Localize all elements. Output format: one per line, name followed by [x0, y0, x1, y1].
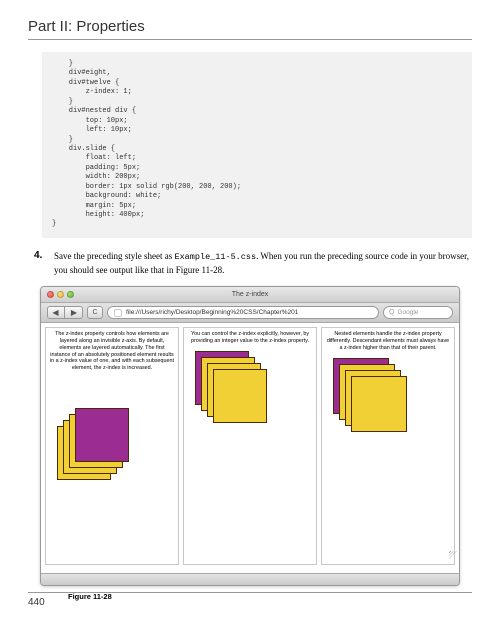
window-title: The z-index [41, 291, 459, 298]
page-footer: 440 [28, 592, 472, 608]
slide-text: You can control the z-index explicitly, … [187, 331, 313, 345]
square [213, 369, 267, 423]
slide-text: Nested elements handle the z-index prope… [325, 331, 451, 351]
slide-3: Nested elements handle the z-index prope… [321, 327, 455, 565]
titlebar: The z-index [41, 287, 459, 303]
code-listing: } div#eight, div#twelve { z-index: 1; } … [42, 52, 472, 238]
square [75, 408, 129, 462]
instruction-step: 4. Save the preceding style sheet as Exa… [34, 250, 472, 276]
square [351, 376, 407, 432]
step-filename: Example_11-5.css [174, 252, 256, 262]
stack-2 [187, 347, 313, 467]
favicon-icon [114, 309, 122, 317]
step-pre: Save the preceding style sheet as [54, 251, 174, 261]
page-number: 440 [28, 597, 45, 608]
browser-window: The z-index ◀ ▶ C file:///Users/richy/De… [40, 286, 460, 586]
slide-text: The z-index property controls how elemen… [49, 331, 175, 372]
step-number: 4. [34, 250, 54, 276]
slide-1: The z-index property controls how elemen… [45, 327, 179, 565]
slide-2: You can control the z-index explicitly, … [183, 327, 317, 565]
part-title: Part II: Properties [28, 18, 472, 40]
reload-button[interactable]: C [87, 306, 103, 319]
stack-1 [49, 374, 175, 494]
url-text: file:///Users/richy/Desktop/Beginning%20… [126, 309, 298, 316]
page-content: The z-index property controls how elemen… [41, 323, 459, 573]
toolbar: ◀ ▶ C file:///Users/richy/Desktop/Beginn… [41, 303, 459, 323]
stack-3 [325, 354, 451, 474]
step-text: Save the preceding style sheet as Exampl… [54, 250, 472, 276]
forward-button[interactable]: ▶ [65, 306, 83, 319]
search-bar[interactable]: Q Google [383, 306, 453, 319]
url-bar[interactable]: file:///Users/richy/Desktop/Beginning%20… [107, 306, 379, 319]
search-icon: Q [389, 309, 394, 316]
resize-handle-icon[interactable] [449, 551, 457, 559]
search-placeholder: Google [397, 309, 418, 316]
status-bar [41, 573, 459, 585]
back-button[interactable]: ◀ [47, 306, 65, 319]
